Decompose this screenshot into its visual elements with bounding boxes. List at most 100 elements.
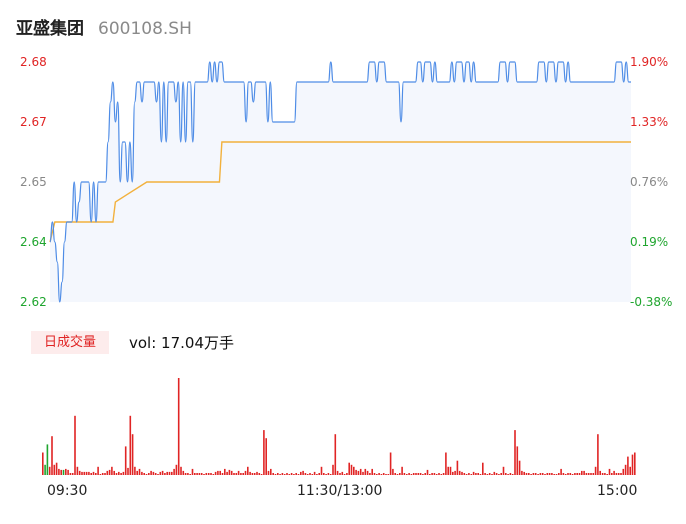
volume-bar: [334, 434, 337, 475]
volume-bar: [267, 470, 270, 475]
volume-bar: [606, 474, 608, 475]
volume-bar: [260, 474, 263, 475]
volume-bar: [447, 466, 449, 475]
volume-bar: [581, 470, 583, 475]
volume-bar: [336, 470, 339, 475]
volume-bar: [472, 471, 475, 475]
volume-bar: [544, 474, 546, 475]
volume-bar: [138, 468, 141, 475]
volume-bar: [412, 473, 415, 475]
volume-bar: [539, 473, 542, 475]
volume-bar: [385, 474, 387, 475]
volume-bar: [634, 452, 636, 475]
volume-bar: [463, 473, 466, 475]
volume-bar: [376, 474, 378, 475]
volume-bar: [592, 473, 595, 475]
volume-bar: [88, 471, 90, 475]
volume-bar: [316, 474, 318, 475]
volume-bar: [120, 473, 122, 475]
volume-bar: [270, 468, 272, 475]
volume-bar: [620, 473, 622, 475]
volume-bar: [205, 473, 208, 475]
volume-bar: [92, 471, 95, 475]
volume-bar: [387, 474, 390, 475]
price-axis-left: 2.68 2.67 2.65 2.64 2.62: [20, 55, 47, 309]
volume-bar: [300, 471, 302, 475]
volume-bar: [71, 473, 74, 475]
volume-bar: [214, 471, 217, 475]
volume-bar: [456, 460, 459, 475]
volume-bar: [564, 474, 567, 475]
volume-bar: [599, 470, 601, 475]
volume-bar: [431, 473, 433, 475]
volume-bar: [113, 470, 115, 475]
volume-bars: [42, 378, 636, 475]
volume-bar: [518, 460, 521, 475]
price-area: [50, 62, 631, 302]
volume-bar: [392, 468, 394, 475]
volume-bar: [226, 471, 228, 475]
volume-bar: [355, 469, 357, 475]
volume-bar: [290, 473, 293, 475]
volume-bar: [382, 473, 385, 475]
volume-bar: [548, 473, 551, 475]
volume-bar: [184, 473, 187, 475]
volume-bar: [124, 446, 127, 475]
time-tick-label: 11:30/13:00: [297, 483, 382, 499]
volume-bar: [279, 474, 281, 475]
volume-bar: [532, 473, 535, 475]
volume-bar: [348, 462, 350, 475]
volume-bar: [210, 473, 212, 475]
volume-bar: [327, 473, 330, 475]
time-tick-label: 09:30: [47, 483, 87, 499]
volume-bar: [83, 471, 86, 475]
volume-bar: [90, 473, 92, 475]
volume-bar: [53, 464, 56, 475]
volume-bar: [449, 466, 452, 475]
volume-bar: [601, 473, 604, 475]
percent-tick-label: 1.33%: [630, 115, 668, 129]
volume-bar: [42, 452, 44, 475]
volume-bar: [482, 462, 484, 475]
volume-bar: [168, 471, 171, 475]
volume-bar: [567, 473, 569, 475]
volume-bar: [325, 474, 327, 475]
volume-bar: [590, 473, 592, 475]
volume-bar: [350, 464, 353, 475]
volume-bar: [514, 430, 516, 475]
volume-bar: [76, 466, 79, 475]
volume-bar: [306, 474, 309, 475]
volume-bar: [286, 473, 288, 475]
volume-bar: [332, 464, 334, 475]
volume-bar: [558, 473, 560, 475]
volume-bar: [182, 470, 185, 475]
volume-bar: [509, 473, 512, 475]
volume-bar: [495, 473, 498, 475]
volume-bar: [631, 454, 634, 475]
volume-bar: [258, 473, 261, 475]
time-tick-label: 15:00: [597, 483, 637, 499]
percent-tick-label: 1.90%: [630, 55, 668, 69]
volume-bar: [221, 473, 224, 475]
volume-bar: [553, 474, 555, 475]
volume-bar: [585, 473, 588, 475]
volume-bar: [528, 473, 530, 475]
volume-bar: [608, 468, 611, 475]
volume-bar: [613, 470, 615, 475]
price-tick-label: 2.64: [20, 235, 47, 249]
volume-bar: [353, 466, 355, 475]
volume-readout: vol: 17.04万手: [129, 334, 234, 352]
volume-bar: [366, 470, 369, 475]
volume-bar: [136, 470, 138, 475]
volume-bar: [493, 471, 496, 475]
volume-bar: [523, 471, 525, 475]
volume-bar: [235, 473, 238, 475]
volume-bar: [81, 471, 83, 475]
time-axis: 09:30 11:30/13:00 15:00: [47, 483, 637, 499]
volume-bar: [422, 474, 424, 475]
volume-bar: [470, 474, 473, 475]
volume-tab[interactable]: 日成交量: [31, 331, 109, 354]
volume-bar: [574, 473, 576, 475]
volume-bar: [288, 474, 291, 475]
volume-bar: [346, 473, 348, 475]
